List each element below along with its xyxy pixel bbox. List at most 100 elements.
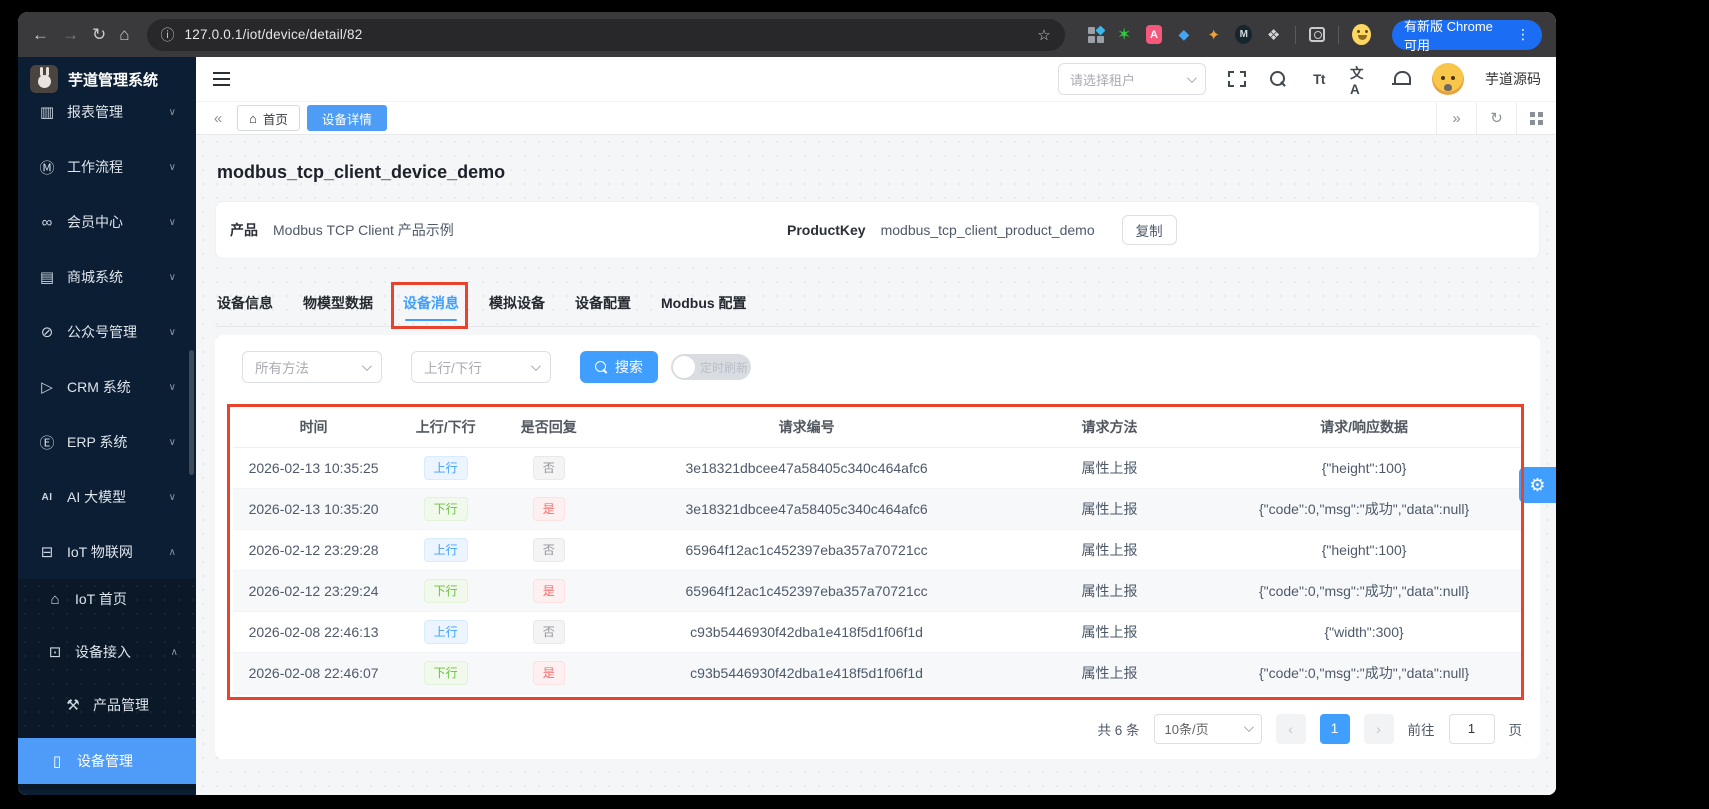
sidebar-item-erp[interactable]: Ⓔ ERP 系统 ∨ (28, 422, 186, 462)
tab-device-config[interactable]: 设备配置 (575, 280, 631, 326)
user-avatar[interactable] (1432, 63, 1464, 95)
tab-device-detail[interactable]: 设备详情 (306, 105, 387, 131)
next-page-button[interactable]: › (1363, 713, 1394, 744)
search-icon (595, 360, 608, 374)
productkey-value: modbus_tcp_client_product_demo (880, 222, 1095, 238)
erp-icon: Ⓔ (39, 434, 55, 452)
extension-blocks-icon[interactable] (1086, 25, 1106, 44)
auto-refresh-toggle[interactable]: 定时刷新 (671, 354, 751, 380)
settings-gear-button[interactable]: ⚙ (1519, 467, 1556, 503)
site-info-icon[interactable]: ⓘ (161, 25, 175, 45)
sidebar-scrollbar[interactable] (189, 350, 194, 475)
sidebar-item-label: 会员中心 (67, 214, 123, 230)
tab-device-info[interactable]: 设备信息 (217, 280, 273, 326)
tab-search-icon[interactable] (1308, 27, 1326, 42)
sidebar-item-crm[interactable]: ▷ CRM 系统 ∨ (28, 367, 186, 407)
chevron-down-icon: ∨ (168, 271, 176, 283)
browser-menu-icon[interactable]: ⋮ (1516, 26, 1530, 43)
profile-avatar-icon[interactable] (1352, 24, 1372, 45)
app-logo (30, 65, 58, 93)
table-row: 2026-02-12 23:29:24 下行 是 65964f12ac1c452… (233, 570, 1522, 612)
sidebar-item-member[interactable]: ∞ 会员中心 ∨ (28, 202, 186, 242)
column-direction: 上行/下行 (394, 407, 498, 448)
extension-translate-icon[interactable]: A (1145, 25, 1163, 44)
sidebar-item-device-mgmt[interactable]: ▯ 设备管理 (18, 738, 196, 784)
browser-back-icon[interactable]: ← (32, 26, 49, 43)
cell-time: 2026-02-13 10:35:20 (233, 488, 395, 530)
sidebar-item-wechat[interactable]: ⊘ 公众号管理 ∨ (28, 312, 186, 352)
fullscreen-icon[interactable] (1227, 69, 1247, 89)
direction-placeholder: 上行/下行 (424, 361, 482, 376)
browser-forward-icon[interactable]: → (62, 26, 79, 43)
locale-icon[interactable]: 文A (1350, 66, 1370, 97)
extension-broom-icon[interactable]: ✦ (1205, 25, 1222, 44)
tab-simulate-device[interactable]: 模拟设备 (489, 280, 545, 326)
search-icon[interactable] (1268, 69, 1288, 89)
column-request-id: 请求编号 (600, 407, 1013, 448)
notification-bell-icon[interactable] (1391, 69, 1411, 89)
browser-home-icon[interactable]: ⌂ (119, 26, 129, 43)
sidebar-item-report[interactable]: ▥ 报表管理 ∨ (28, 101, 186, 132)
auto-refresh-label: 定时刷新 (700, 360, 749, 375)
layout-grid-icon[interactable] (1516, 102, 1556, 134)
extension-gem-icon[interactable]: ◆ (1175, 25, 1192, 44)
tab-home[interactable]: ⌂ 首页 (237, 105, 300, 131)
sidebar: 芋道管理系统 ▥ 报表管理 ∨ Ⓜ 工作流程 ∨ ∞ 会员中心 ∨ ▤ 商城系统… (18, 57, 196, 795)
prev-page-button[interactable]: ‹ (1275, 713, 1306, 744)
sidebar-item-iot[interactable]: ⊟ IoT 物联网 ∧ (28, 532, 186, 572)
chevron-down-icon (530, 360, 541, 371)
sidebar-item-iot-home[interactable]: ⌂ IoT 首页 (18, 579, 196, 619)
refresh-page-icon[interactable]: ↻ (1476, 102, 1516, 134)
browser-reload-icon[interactable]: ↻ (92, 26, 106, 43)
sidebar-item-mall[interactable]: ▤ 商城系统 ∨ (28, 257, 186, 297)
chevron-down-icon: ∨ (168, 436, 176, 448)
goto-label: 前往 (1407, 722, 1435, 738)
sidebar-item-workflow[interactable]: Ⓜ 工作流程 ∨ (28, 147, 186, 187)
extension-m-icon[interactable]: M (1235, 25, 1253, 44)
table-row: 2026-02-12 23:29:28 上行 否 65964f12ac1c452… (233, 529, 1522, 571)
copy-button[interactable]: 复制 (1121, 215, 1177, 245)
page-size-select[interactable]: 10条/页 (1153, 713, 1262, 744)
chevron-up-icon: ∧ (168, 546, 176, 558)
tab-thing-model-data[interactable]: 物模型数据 (303, 280, 373, 326)
tabs-scroll-right-icon[interactable]: » (1436, 102, 1476, 134)
tab-modbus-config[interactable]: Modbus 配置 (661, 280, 747, 326)
cell-time: 2026-02-12 23:29:28 (233, 529, 395, 571)
sidebar-item-ai[interactable]: AI AI 大模型 ∨ (28, 477, 186, 517)
productkey-label: ProductKey (787, 222, 866, 238)
url-text[interactable]: 127.0.0.1/iot/device/detail/82 (185, 27, 1028, 42)
address-bar[interactable]: ⓘ 127.0.0.1/iot/device/detail/82 ☆ (146, 18, 1065, 51)
extension-star-icon[interactable]: ✶ (1116, 25, 1133, 44)
direction-tag: 上行 (423, 619, 468, 644)
cell-time: 2026-02-08 22:46:13 (233, 611, 395, 653)
column-time: 时间 (233, 407, 395, 448)
tenant-select[interactable]: 请选择租户 (1058, 63, 1206, 95)
method-select[interactable]: 所有方法 (242, 351, 382, 383)
tab-device-message[interactable]: 设备消息 (403, 280, 459, 326)
chevron-down-icon: ∨ (168, 381, 176, 393)
table-row: 2026-02-08 22:46:07 下行 是 c93b5446930f42d… (233, 652, 1522, 694)
username[interactable]: 芋道源码 (1485, 69, 1541, 89)
bookmark-star-icon[interactable]: ☆ (1037, 26, 1050, 44)
goto-page-input[interactable]: 1 (1448, 713, 1495, 744)
search-button[interactable]: 搜索 (580, 351, 658, 383)
tabs-scroll-left-icon[interactable]: « (206, 110, 230, 127)
reply-tag: 否 (532, 455, 565, 480)
toolbar-divider (1338, 25, 1340, 44)
page-number-1[interactable]: 1 (1319, 713, 1350, 744)
direction-select[interactable]: 上行/下行 (411, 351, 551, 383)
page-tab-bar: « ⌂ 首页 设备详情 » ↻ (196, 101, 1556, 135)
sidebar-collapse-icon[interactable] (211, 69, 231, 89)
home-icon: ⌂ (249, 110, 257, 126)
cell-data: {"height":100} (1206, 529, 1522, 571)
font-size-icon[interactable]: Tt (1309, 69, 1329, 89)
sidebar-item-label: 商城系统 (67, 269, 123, 285)
sidebar-item-device-access[interactable]: ⊡ 设备接入 ∧ (18, 632, 196, 672)
chrome-update-button[interactable]: 有新版 Chrome 可用 ⋮ (1392, 19, 1542, 53)
app-logo-row[interactable]: 芋道管理系统 (18, 57, 196, 101)
extensions-puzzle-icon[interactable]: ❖ (1265, 25, 1282, 44)
column-reply: 是否回复 (497, 407, 601, 448)
product-value: Modbus TCP Client 产品示例 (273, 222, 454, 238)
sidebar-item-product-mgmt[interactable]: ⚒ 产品管理 (18, 685, 196, 725)
cell-request-id: 3e18321dbcee47a58405c340c464afc6 (600, 447, 1013, 489)
